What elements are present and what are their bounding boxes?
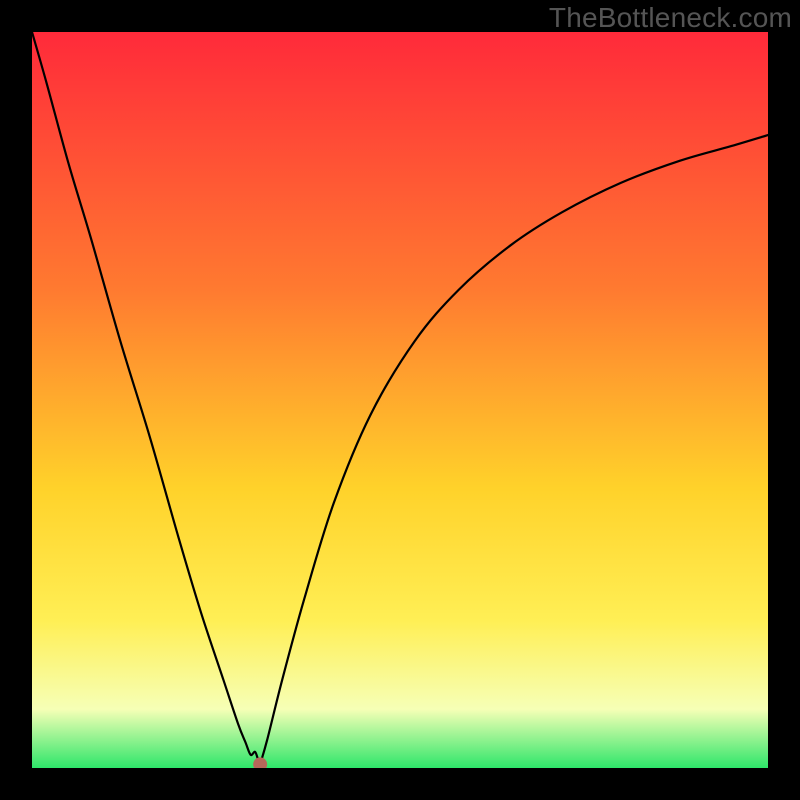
chart-svg	[32, 32, 768, 768]
plot-area	[32, 32, 768, 768]
chart-frame: TheBottleneck.com	[0, 0, 800, 800]
gradient-background	[32, 32, 768, 768]
watermark-text: TheBottleneck.com	[549, 2, 792, 34]
